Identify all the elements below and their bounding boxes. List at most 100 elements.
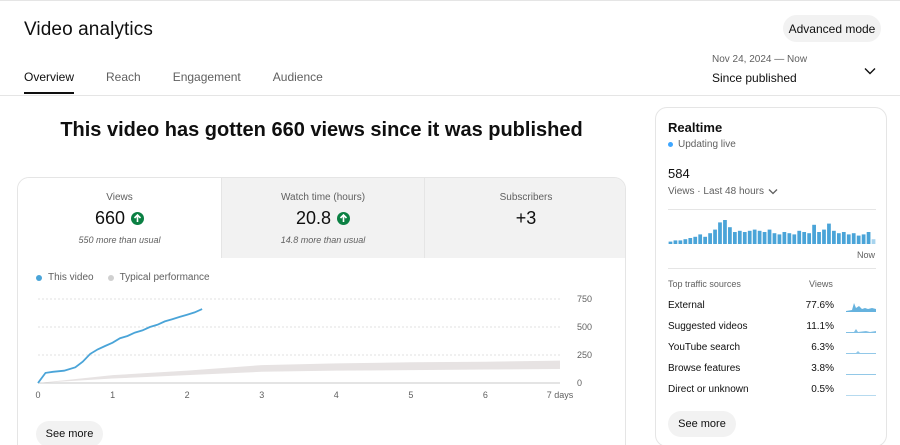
realtime-bar xyxy=(802,232,807,244)
realtime-bar xyxy=(822,229,826,244)
traffic-sparkline xyxy=(846,374,876,375)
realtime-bar xyxy=(688,238,693,244)
metric-subscribers[interactable]: Subscribers +3 xyxy=(424,178,625,258)
metric-watch-time[interactable]: Watch time (hours) 20.8 14.8 more than u… xyxy=(221,178,424,258)
realtime-bar xyxy=(698,234,703,244)
top-border xyxy=(0,0,900,1)
realtime-bar xyxy=(787,233,792,244)
legend-dot xyxy=(36,274,42,281)
realtime-bar xyxy=(678,240,683,244)
traffic-sparkline xyxy=(846,303,876,312)
realtime-bar xyxy=(836,233,841,244)
chevron-down-icon[interactable] xyxy=(864,62,876,80)
metric-value: 20.8 xyxy=(295,208,332,228)
metric-value: +3 xyxy=(515,208,537,228)
legend-label: Typical performance xyxy=(119,272,210,283)
traffic-source-name: Direct or unknown xyxy=(668,384,749,395)
views-chart: 0 250 500 750 0 1 2 3 4 5 6 7 days xyxy=(35,294,592,400)
x-tick-label: 1 xyxy=(110,390,115,400)
x-tick-label: 4 xyxy=(334,390,339,400)
traffic-source-pct: 77.6% xyxy=(805,300,834,311)
metric-comparison: 550 more than usual xyxy=(78,235,161,245)
realtime-bar xyxy=(772,233,777,244)
realtime-bar xyxy=(861,234,866,244)
metric-comparison: 14.8 more than usual xyxy=(280,235,366,245)
x-tick-label: 3 xyxy=(259,390,264,400)
metric-label: Views xyxy=(106,192,133,203)
y-tick-label: 250 xyxy=(577,350,592,360)
realtime-bar xyxy=(782,232,787,244)
metric-label: Watch time (hours) xyxy=(280,192,366,203)
realtime-bar xyxy=(728,227,732,244)
realtime-bar xyxy=(832,230,836,244)
realtime-bar xyxy=(683,239,688,244)
realtime-bar xyxy=(703,236,708,244)
realtime-card: Realtime Updating live 584 Views · Last … xyxy=(655,107,887,445)
traffic-source-pct: 11.1% xyxy=(806,321,834,332)
traffic-source-name: External xyxy=(668,300,705,311)
realtime-bar xyxy=(673,240,678,244)
realtime-see-more-button[interactable]: See more xyxy=(668,411,736,437)
realtime-bar xyxy=(723,220,727,244)
traffic-source-row: Direct or unknown 0.5% xyxy=(668,384,876,398)
traffic-header-label: Top traffic sources xyxy=(668,279,741,289)
metric-value-row: 20.8 xyxy=(222,208,424,229)
see-more-button[interactable]: See more xyxy=(36,421,103,445)
realtime-bar xyxy=(792,234,797,244)
advanced-mode-button[interactable]: Advanced mode xyxy=(783,15,881,42)
live-dot-icon xyxy=(668,142,673,147)
tab-engagement[interactable]: Engagement xyxy=(173,70,241,94)
tab-bar: Overview Reach Engagement Audience xyxy=(24,70,355,94)
realtime-bar xyxy=(713,229,717,244)
realtime-bar xyxy=(767,229,772,244)
realtime-bar xyxy=(718,222,722,244)
realtime-period-label: Views · Last 48 hours xyxy=(668,186,764,197)
arrow-up-icon xyxy=(131,212,145,225)
traffic-views-header: Views xyxy=(809,279,833,289)
x-tick-label: 6 xyxy=(483,390,488,400)
realtime-bar xyxy=(827,223,831,244)
realtime-bar xyxy=(807,233,812,244)
metric-views[interactable]: Views 660 550 more than usual xyxy=(18,178,221,258)
realtime-period-selector[interactable]: Views · Last 48 hours xyxy=(668,186,778,197)
x-tick-label: 7 days xyxy=(547,390,574,400)
traffic-source-name: Browse features xyxy=(668,363,741,374)
realtime-bar xyxy=(752,229,757,244)
date-range-label: Since published xyxy=(712,71,797,85)
tab-overview[interactable]: Overview xyxy=(24,70,75,94)
realtime-bar xyxy=(777,234,782,244)
traffic-sparkline xyxy=(846,395,876,396)
legend-dot xyxy=(107,274,114,281)
divider xyxy=(668,209,876,210)
divider xyxy=(668,268,876,269)
metric-value: 660 xyxy=(94,208,126,228)
realtime-bar xyxy=(747,230,752,244)
tab-audience[interactable]: Audience xyxy=(273,70,323,94)
views-headline: This video has gotten 660 views since it… xyxy=(60,119,583,141)
traffic-source-name: Suggested videos xyxy=(668,321,748,332)
arrow-up-icon xyxy=(337,212,351,225)
realtime-bar xyxy=(693,236,698,244)
tabs-divider xyxy=(0,95,900,96)
realtime-bar xyxy=(841,232,846,244)
date-range-selector[interactable]: Nov 24, 2024 — Now Since published xyxy=(712,54,807,85)
realtime-bar xyxy=(757,230,762,244)
y-tick-label: 750 xyxy=(577,294,592,304)
realtime-bar xyxy=(668,241,673,244)
tab-reach[interactable]: Reach xyxy=(106,70,141,94)
realtime-bar xyxy=(871,239,876,244)
realtime-bar xyxy=(737,230,742,244)
legend-label: This video xyxy=(48,272,94,283)
realtime-bar xyxy=(742,232,747,244)
y-tick-label: 0 xyxy=(577,378,582,388)
traffic-sparkline xyxy=(846,351,876,354)
chart-legend: This video Typical performance xyxy=(36,272,224,283)
metric-value-row: +3 xyxy=(425,208,625,229)
page-title: Video analytics xyxy=(24,19,153,40)
chevron-down-icon xyxy=(768,188,778,195)
realtime-bar xyxy=(797,230,802,244)
realtime-bar xyxy=(866,232,871,244)
traffic-source-pct: 3.8% xyxy=(811,363,834,374)
traffic-sparkline xyxy=(846,329,876,333)
legend-typical: Typical performance xyxy=(107,272,210,283)
